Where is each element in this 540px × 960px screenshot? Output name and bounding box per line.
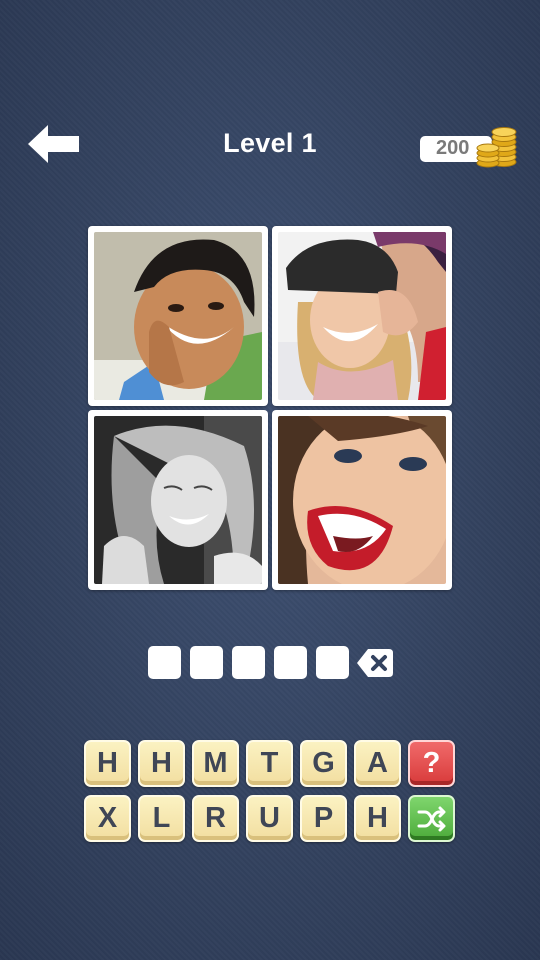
photo-girl-whisper	[278, 232, 446, 400]
shuffle-icon	[417, 806, 445, 831]
letter-key[interactable]: U	[246, 795, 293, 842]
letter-key[interactable]: H	[138, 740, 185, 787]
photo-woman-bw	[94, 416, 262, 584]
letter-key[interactable]: M	[192, 740, 239, 787]
letter-key[interactable]: L	[138, 795, 185, 842]
photo-boy-laughing	[94, 232, 262, 400]
hint-button[interactable]: ?	[408, 740, 455, 787]
shuffle-button[interactable]	[408, 795, 455, 842]
letter-key[interactable]: G	[300, 740, 347, 787]
letter-key[interactable]: H	[354, 795, 401, 842]
letter-key[interactable]: R	[192, 795, 239, 842]
coin-stack-icon	[476, 127, 517, 168]
picture-tile-1[interactable]	[88, 226, 268, 406]
coin-value: 200	[436, 137, 470, 159]
letter-key[interactable]: H	[84, 740, 131, 787]
answer-slot[interactable]	[316, 646, 349, 679]
answer-slot[interactable]	[232, 646, 265, 679]
answer-slot[interactable]	[148, 646, 181, 679]
picture-tile-4[interactable]	[272, 410, 452, 590]
picture-grid	[88, 226, 452, 590]
letter-key[interactable]: A	[354, 740, 401, 787]
backspace-icon	[357, 649, 393, 677]
picture-tile-3[interactable]	[88, 410, 268, 590]
letter-key[interactable]: X	[84, 795, 131, 842]
letter-key[interactable]: T	[246, 740, 293, 787]
letter-key[interactable]: P	[300, 795, 347, 842]
photo-woman-closeup	[278, 416, 446, 584]
answer-slot[interactable]	[274, 646, 307, 679]
picture-tile-2[interactable]	[272, 226, 452, 406]
coin-counter[interactable]: 200	[420, 124, 520, 168]
answer-slot[interactable]	[190, 646, 223, 679]
backspace-button[interactable]	[356, 648, 394, 678]
